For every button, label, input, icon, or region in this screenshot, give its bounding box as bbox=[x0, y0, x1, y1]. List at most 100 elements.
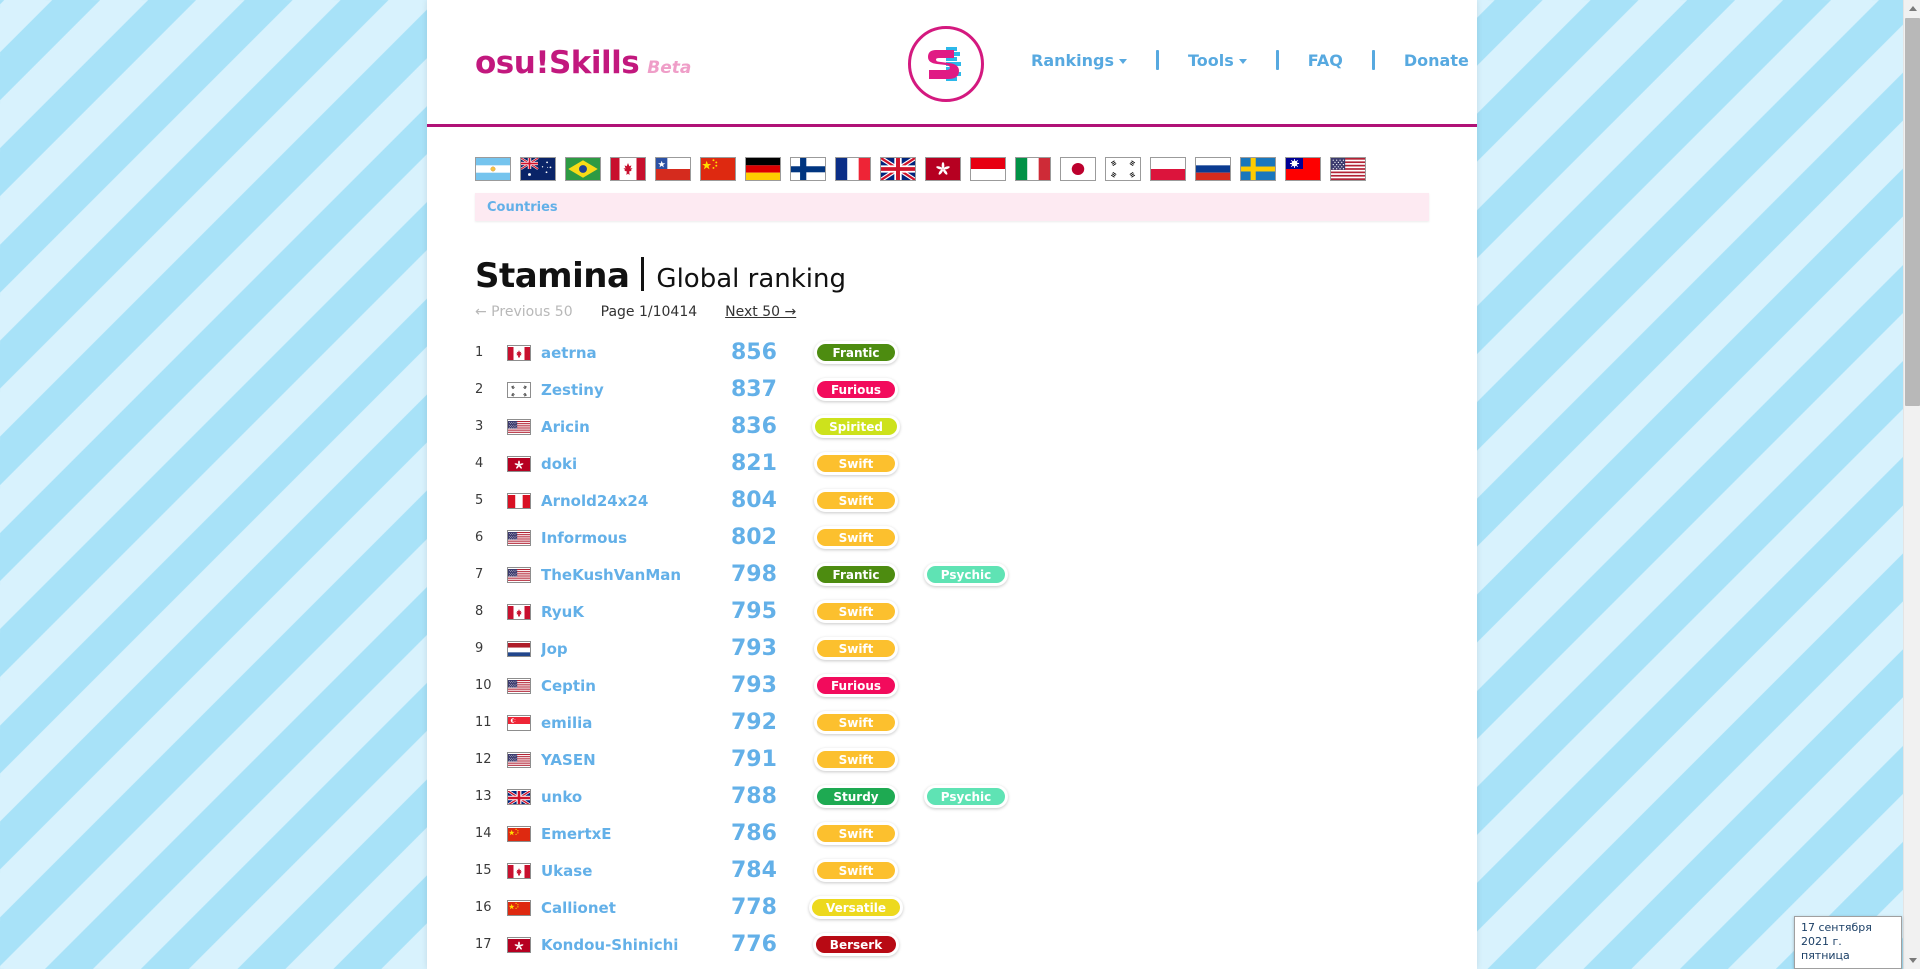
flag-icon-tw bbox=[1285, 157, 1321, 181]
skill-badge[interactable]: Versatile bbox=[808, 896, 904, 919]
skill-badge[interactable]: Swift bbox=[814, 452, 898, 475]
player-name-link[interactable]: Ukase bbox=[541, 862, 731, 880]
next-page-link[interactable]: Next 50 → bbox=[725, 304, 796, 320]
player-name-link[interactable]: unko bbox=[541, 788, 731, 806]
player-name-link[interactable]: doki bbox=[541, 455, 731, 473]
flag-filter-tw[interactable] bbox=[1285, 157, 1321, 181]
flag-filter-gb[interactable] bbox=[880, 157, 916, 181]
skill-badge[interactable]: Berserk bbox=[812, 933, 900, 956]
player-name-link[interactable]: Informous bbox=[541, 529, 731, 547]
flag-icon-hk bbox=[507, 455, 531, 472]
flag-filter-us[interactable] bbox=[1330, 157, 1366, 181]
scrollbar-thumb[interactable] bbox=[1905, 18, 1920, 406]
flag-filter-se[interactable] bbox=[1240, 157, 1276, 181]
flag-filter-cn[interactable] bbox=[700, 157, 736, 181]
scroll-down-arrow-icon[interactable] bbox=[1904, 952, 1920, 969]
rank-flag-cell bbox=[507, 825, 541, 842]
player-name-link[interactable]: YASEN bbox=[541, 751, 731, 769]
skill-badge[interactable]: Swift bbox=[814, 489, 898, 512]
flag-filter-de[interactable] bbox=[745, 157, 781, 181]
skill-badge[interactable]: Swift bbox=[814, 711, 898, 734]
rank-flag-cell bbox=[507, 381, 541, 398]
nav-item-donate[interactable]: Donate bbox=[1390, 51, 1477, 70]
flag-icon-cn bbox=[507, 899, 531, 916]
nav-item-rankings[interactable]: Rankings bbox=[1017, 51, 1141, 70]
player-name-link[interactable]: Jop bbox=[541, 640, 731, 658]
flag-filter-hk[interactable] bbox=[925, 157, 961, 181]
player-name-link[interactable]: RyuK bbox=[541, 603, 731, 621]
skill-badge[interactable]: Swift bbox=[814, 637, 898, 660]
skill-badge[interactable]: Swift bbox=[814, 600, 898, 623]
ranking-row: 17 Kondou-Shinichi 776 Berserk bbox=[475, 926, 1429, 963]
badge-cell: Swift bbox=[801, 600, 911, 623]
nav-item-tools[interactable]: Tools bbox=[1174, 51, 1261, 70]
rank-position: 6 bbox=[475, 530, 484, 545]
countries-link[interactable]: Countries bbox=[487, 200, 558, 215]
scroll-up-arrow-icon[interactable] bbox=[1904, 0, 1920, 17]
skill-badge[interactable]: Swift bbox=[814, 748, 898, 771]
countries-bar[interactable]: Countries bbox=[475, 193, 1429, 221]
player-name-link[interactable]: TheKushVanMan bbox=[541, 566, 731, 584]
nav-item-faq[interactable]: FAQ bbox=[1294, 51, 1357, 70]
skill-badge[interactable]: Sturdy bbox=[814, 785, 898, 808]
brand-logo-link[interactable]: osu!Skills Beta bbox=[475, 45, 691, 81]
skill-badge[interactable]: Swift bbox=[814, 859, 898, 882]
badge-cell: Furious bbox=[801, 378, 911, 401]
flag-filter-ru[interactable] bbox=[1195, 157, 1231, 181]
nav-item-faq-label: FAQ bbox=[1307, 50, 1343, 70]
skill-badge[interactable]: Swift bbox=[814, 822, 898, 845]
skill-badge[interactable]: Furious bbox=[813, 674, 899, 697]
rank-position: 2 bbox=[475, 382, 484, 397]
flag-filter-pl[interactable] bbox=[1150, 157, 1186, 181]
ranking-scope: Global ranking bbox=[656, 264, 846, 294]
player-name-link[interactable]: Arnold24x24 bbox=[541, 492, 731, 510]
rank-flag-cell bbox=[507, 492, 541, 509]
player-name-link[interactable]: emilia bbox=[541, 714, 731, 732]
flag-filter-ar[interactable] bbox=[475, 157, 511, 181]
chevron-down-icon bbox=[1119, 59, 1127, 64]
skill-badge[interactable]: Psychic bbox=[923, 785, 1009, 808]
skill-badge[interactable]: Frantic bbox=[814, 563, 898, 586]
player-name-link[interactable]: aetrna bbox=[541, 344, 731, 362]
flag-filter-br[interactable] bbox=[565, 157, 601, 181]
flag-filter-kr[interactable] bbox=[1105, 157, 1141, 181]
flag-filter-au[interactable] bbox=[520, 157, 556, 181]
flag-icon-jp bbox=[1060, 157, 1096, 181]
skill-score: 837 bbox=[731, 377, 777, 402]
flag-filter-cl[interactable] bbox=[655, 157, 691, 181]
badge-cell: Swift bbox=[801, 489, 911, 512]
badge-cell: Berserk bbox=[801, 933, 911, 956]
flag-filter-fi[interactable] bbox=[790, 157, 826, 181]
flag-filter-jp[interactable] bbox=[1060, 157, 1096, 181]
skill-badge[interactable]: Psychic bbox=[923, 563, 1009, 586]
flag-icon-us bbox=[507, 529, 531, 546]
skill-badge[interactable]: Furious bbox=[813, 378, 899, 401]
rank-flag-cell bbox=[507, 936, 541, 953]
skill-badge[interactable]: Swift bbox=[814, 526, 898, 549]
flag-filter-fr[interactable] bbox=[835, 157, 871, 181]
player-name-link[interactable]: EmertxE bbox=[541, 825, 731, 843]
flag-icon-cn bbox=[700, 157, 736, 181]
rank-flag-cell bbox=[507, 862, 541, 879]
rank-flag-cell bbox=[507, 640, 541, 657]
flag-filter-ca[interactable] bbox=[610, 157, 646, 181]
vertical-scrollbar[interactable] bbox=[1903, 0, 1920, 969]
flag-filter-id[interactable] bbox=[970, 157, 1006, 181]
flag-icon-pl bbox=[1150, 157, 1186, 181]
rank-position: 4 bbox=[475, 456, 484, 471]
osu-skills-logo-icon[interactable] bbox=[908, 26, 984, 102]
skill-score: 776 bbox=[731, 932, 777, 957]
badge-cell: Swift bbox=[801, 711, 911, 734]
player-name-link[interactable]: Zestiny bbox=[541, 381, 731, 399]
flag-filter-it[interactable] bbox=[1015, 157, 1051, 181]
skill-score: 793 bbox=[731, 673, 777, 698]
previous-page-link[interactable]: ← Previous 50 bbox=[475, 304, 573, 320]
skill-badge[interactable]: Spirited bbox=[812, 415, 900, 438]
player-name-link[interactable]: Ceptin bbox=[541, 677, 731, 695]
player-name-link[interactable]: Aricin bbox=[541, 418, 731, 436]
flag-icon-id bbox=[970, 157, 1006, 181]
player-name-link[interactable]: Kondou-Shinichi bbox=[541, 936, 731, 954]
skill-badge[interactable]: Frantic bbox=[814, 341, 898, 364]
player-name-link[interactable]: Callionet bbox=[541, 899, 731, 917]
rank-flag-cell bbox=[507, 344, 541, 361]
